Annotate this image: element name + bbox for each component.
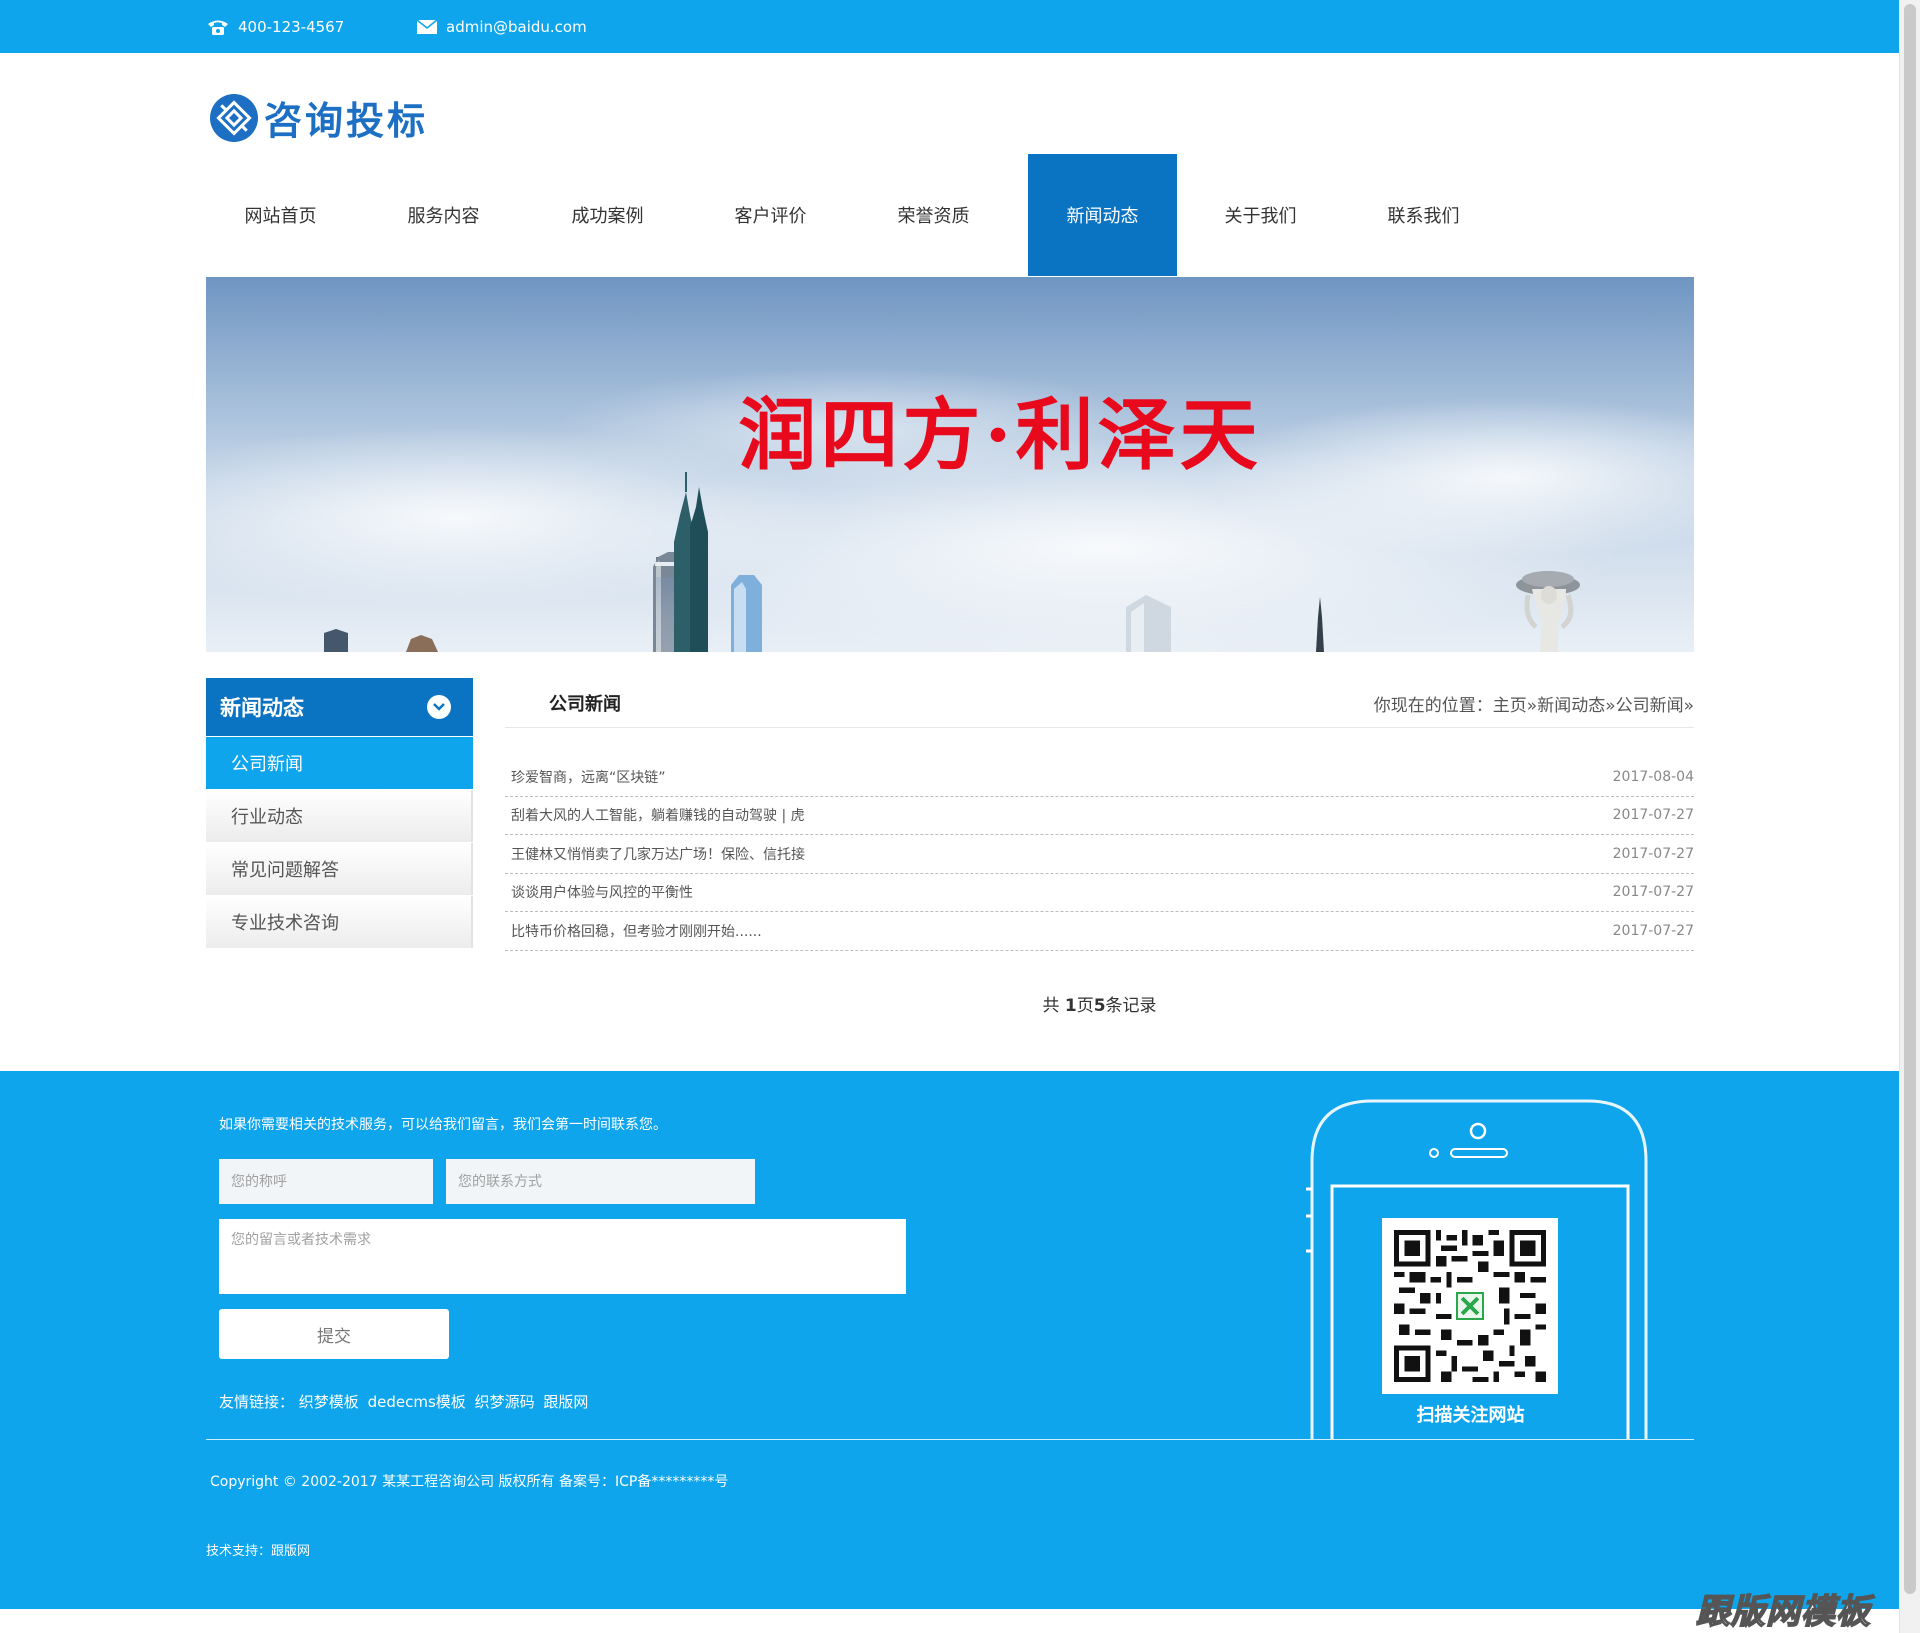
phone-number: 400-123-4567 <box>238 17 345 36</box>
pager-middle: 页 <box>1076 995 1094 1016</box>
submit-button[interactable]: 提交 <box>219 1309 449 1359</box>
envelope-icon <box>416 18 438 34</box>
tech-support: 技术支持：跟版网 <box>206 1544 311 1559</box>
nav-item-honors[interactable]: 荣誉资质 <box>859 154 1008 276</box>
qr-code-icon <box>1394 1230 1546 1382</box>
top-phone: 400-123-4567 <box>206 0 344 53</box>
news-title[interactable]: 珍爱智商，远离“区块链” <box>511 767 666 787</box>
list-item[interactable]: 珍爱智商，远离“区块链” 2017-08-04 <box>505 758 1694 797</box>
banner-slogan: 润四方·利泽天 <box>738 390 1262 481</box>
sidebar-header[interactable]: 新闻动态 <box>206 678 473 736</box>
pagination-summary: 共 1页5条记录 <box>505 991 1694 1016</box>
sidebar-item-company-news[interactable]: 公司新闻 <box>206 737 473 789</box>
news-date: 2017-07-27 <box>1612 884 1694 901</box>
list-item[interactable]: 比特币价格回稳，但考验才刚刚开始...... 2017-07-27 <box>505 912 1694 951</box>
contact-input[interactable] <box>446 1159 755 1204</box>
list-item[interactable]: 王健林又悄悄卖了几家万达广场！保险、信托接 2017-07-27 <box>505 835 1694 874</box>
hero-banner: 润四方·利泽天 <box>206 277 1694 652</box>
name-input[interactable] <box>219 1159 433 1204</box>
pager-pages: 1 <box>1064 995 1077 1016</box>
pager-prefix: 共 <box>1042 995 1065 1016</box>
friend-links: 友情链接： 织梦模板 dedecms模板 织梦源码 跟版网 <box>219 1391 592 1412</box>
nav-item-cases[interactable]: 成功案例 <box>533 154 682 276</box>
news-title[interactable]: 谈谈用户体验与风控的平衡性 <box>511 882 693 902</box>
chevron-down-icon[interactable] <box>427 695 451 719</box>
nav-item-about[interactable]: 关于我们 <box>1186 154 1335 276</box>
email-address[interactable]: admin@baidu.com <box>446 18 587 36</box>
content-header: 公司新闻 你现在的位置：主页»新闻动态»公司新闻» <box>505 678 1694 728</box>
top-email[interactable]: admin@baidu.com <box>416 0 587 53</box>
footer: 如果你需要相关的技术服务，可以给我们留言，我们会第一时间联系您。 提交 友情链接… <box>0 1071 1899 1609</box>
nav-item-news[interactable]: 新闻动态 <box>1028 154 1177 276</box>
message-textarea[interactable] <box>219 1219 906 1294</box>
top-bar: 400-123-4567 admin@baidu.com <box>0 0 1899 53</box>
friend-link[interactable]: 织梦模板 <box>299 1393 359 1411</box>
nav-item-services[interactable]: 服务内容 <box>369 154 518 276</box>
site-logo[interactable]: 咨询投标 <box>208 90 428 145</box>
content-title: 公司新闻 <box>549 694 621 715</box>
news-title[interactable]: 王健林又悄悄卖了几家万达广场！保险、信托接 <box>511 844 805 864</box>
links-label: 友情链接： <box>219 1393 295 1411</box>
nav-item-home[interactable]: 网站首页 <box>206 154 355 276</box>
phone-icon <box>208 20 228 35</box>
news-title[interactable]: 刮着大风的人工智能，躺着赚钱的自动驾驶 | 虎 <box>511 805 805 825</box>
news-content: 公司新闻 你现在的位置：主页»新闻动态»公司新闻» 珍爱智商，远离“区块链” 2… <box>505 678 1694 1016</box>
friend-link[interactable]: 织梦源码 <box>475 1393 535 1411</box>
sidebar: 新闻动态 公司新闻 行业动态 常见问题解答 专业技术咨询 <box>206 678 473 948</box>
friend-link[interactable]: 跟版网 <box>543 1393 588 1411</box>
news-title[interactable]: 比特币价格回稳，但考验才刚刚开始...... <box>511 921 762 941</box>
news-date: 2017-07-27 <box>1612 845 1694 862</box>
nav-item-reviews[interactable]: 客户评价 <box>696 154 845 276</box>
list-item[interactable]: 刮着大风的人工智能，躺着赚钱的自动驾驶 | 虎 2017-07-27 <box>505 797 1694 835</box>
news-date: 2017-08-04 <box>1612 768 1694 785</box>
sidebar-item-tech-consulting[interactable]: 专业技术咨询 <box>206 896 473 948</box>
news-list: 珍爱智商，远离“区块链” 2017-08-04 刮着大风的人工智能，躺着赚钱的自… <box>505 758 1694 951</box>
main-nav: 网站首页 服务内容 成功案例 客户评价 荣誉资质 新闻动态 关于我们 联系我们 <box>206 154 1694 276</box>
logo-text: 咨询投标 <box>264 99 429 143</box>
friend-link[interactable]: dedecms模板 <box>368 1393 466 1411</box>
pager-records: 5 <box>1093 995 1106 1016</box>
sidebar-item-faq[interactable]: 常见问题解答 <box>206 843 473 895</box>
qr-caption: 扫描关注网站 <box>1416 1405 1525 1426</box>
list-item[interactable]: 谈谈用户体验与风控的平衡性 2017-07-27 <box>505 874 1694 912</box>
news-date: 2017-07-27 <box>1612 922 1694 939</box>
watermark-text: 跟版网模板 <box>1695 1591 1871 1633</box>
vertical-scrollbar[interactable] <box>1899 0 1920 1633</box>
logo-mark-icon <box>210 93 258 142</box>
breadcrumb[interactable]: 你现在的位置：主页»新闻动态»公司新闻» <box>1374 691 1694 716</box>
news-date: 2017-07-27 <box>1612 807 1694 824</box>
qr-code <box>1382 1218 1558 1394</box>
sidebar-item-industry-news[interactable]: 行业动态 <box>206 790 473 842</box>
page: 400-123-4567 admin@baidu.com 咨询投标 网站首页 服… <box>0 0 1899 1633</box>
pager-suffix: 条记录 <box>1105 995 1157 1016</box>
footer-divider <box>206 1439 1694 1440</box>
footer-intro: 如果你需要相关的技术服务，可以给我们留言，我们会第一时间联系您。 <box>219 1117 667 1133</box>
copyright-text: Copyright © 2002-2017 某某工程咨询公司 版权所有 备案号：… <box>210 1474 729 1490</box>
sidebar-title: 新闻动态 <box>220 696 304 720</box>
scrollbar-thumb[interactable] <box>1904 4 1916 1594</box>
nav-item-contact[interactable]: 联系我们 <box>1349 154 1498 276</box>
